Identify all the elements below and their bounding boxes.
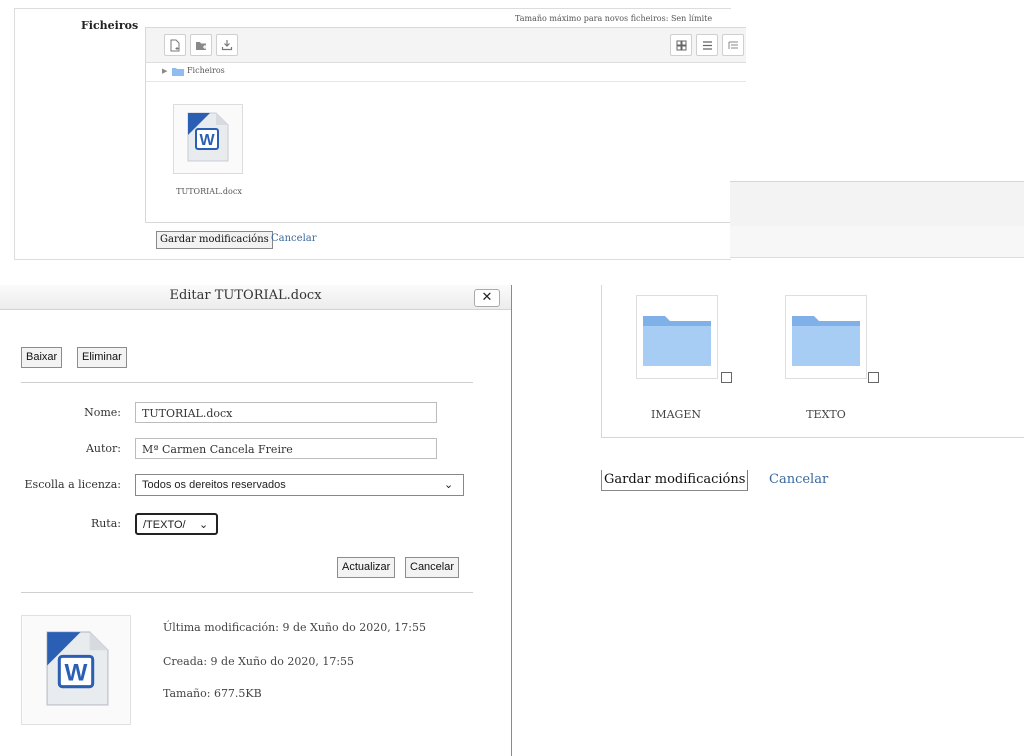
files-form-panel: Ficheiros Tamaño máximo para novos fiche… [14,8,746,260]
files-field-label: Ficheiros [81,19,139,32]
tree-view-button[interactable] [722,34,744,56]
cancel-link[interactable]: Cancelar [769,472,828,487]
create-folder-button[interactable] [190,34,212,56]
file-thumbnail[interactable]: W [173,104,243,174]
folder-tile-imagen[interactable] [636,295,718,379]
author-input[interactable]: Mª Carmen Cancela Freire [135,438,437,459]
name-input[interactable]: TUTORIAL.docx [135,402,437,423]
download-all-button[interactable] [216,34,238,56]
tree-view-icon [728,41,738,49]
background-row [730,226,1024,258]
save-changes-button[interactable]: Gardar modificacións [601,470,749,491]
file-name-label[interactable]: TUTORIAL.docx [174,187,244,196]
path-select[interactable]: /TEXTO/ ⌄ [135,513,218,535]
filepicker: ▶ Ficheiros W TUTORIAL.docx [145,27,746,223]
download-icon [221,40,233,51]
author-label: Autor: [85,442,121,455]
chevron-down-icon: ⌄ [444,479,454,491]
breadcrumb: ▶ Ficheiros [146,63,746,82]
path-value: /TEXTO/ [143,519,186,531]
close-icon[interactable]: ✕ [474,289,500,307]
divider [21,382,473,383]
file-preview: W [21,615,131,725]
edit-file-dialog: Editar TUTORIAL.docx ✕ Baixar Eliminar N… [0,285,512,756]
icon-view-button[interactable] [670,34,692,56]
folder-tile-texto[interactable] [785,295,867,379]
license-select[interactable]: Todos os dereitos reservados ⌄ [135,474,464,496]
folder-label-imagen[interactable]: IMAGEN [621,408,731,421]
cancel-link[interactable]: Cancelar [271,233,317,244]
download-button[interactable]: Baixar [21,347,63,368]
word-document-icon: W [46,631,109,706]
filepicker-toolbar [146,28,746,63]
created-info: Creada: 9 de Xuño do 2020, 17:55 [163,655,355,668]
folder-label-texto[interactable]: TEXTO [771,408,881,421]
folder-icon [172,68,184,76]
new-file-icon [170,39,180,51]
delete-button[interactable]: Eliminar [77,347,127,368]
folder-browser: IMAGEN TEXTO [601,285,1024,438]
add-file-button[interactable] [164,34,186,56]
expand-arrow-icon[interactable]: ▶ [162,67,167,75]
folder-icon [643,316,711,366]
word-document-icon: W [187,112,229,162]
cancel-button[interactable]: Cancelar [405,557,460,578]
list-view-button[interactable] [696,34,718,56]
license-label: Escolla a licenza: [24,478,121,491]
last-modified-info: Última modificación: 9 de Xuño do 2020, … [163,621,426,634]
size-info: Tamaño: 677.5KB [163,687,262,700]
update-button[interactable]: Actualizar [337,557,396,578]
svg-text:W: W [65,660,88,687]
chevron-down-icon: ⌄ [199,519,209,531]
context-menu-icon[interactable] [868,372,879,383]
dialog-title: Editar TUTORIAL.docx [169,288,322,303]
folder-icon [792,316,860,366]
background-row [730,181,1024,227]
name-label: Nome: [84,406,121,419]
save-changes-button[interactable]: Gardar modificacións [156,231,273,249]
svg-text:W: W [199,132,215,149]
breadcrumb-folder[interactable]: Ficheiros [187,66,225,75]
license-value: Todos os dereitos reservados [142,479,286,491]
path-label: Ruta: [90,517,121,530]
divider [21,592,473,593]
max-file-size-note: Tamaño máximo para novos ficheiros: Sen … [515,14,713,23]
grid-view-icon [676,40,686,50]
dialog-header: Editar TUTORIAL.docx ✕ [0,285,511,310]
new-folder-icon [195,41,207,50]
context-menu-icon[interactable] [721,372,732,383]
list-view-icon [702,40,712,50]
